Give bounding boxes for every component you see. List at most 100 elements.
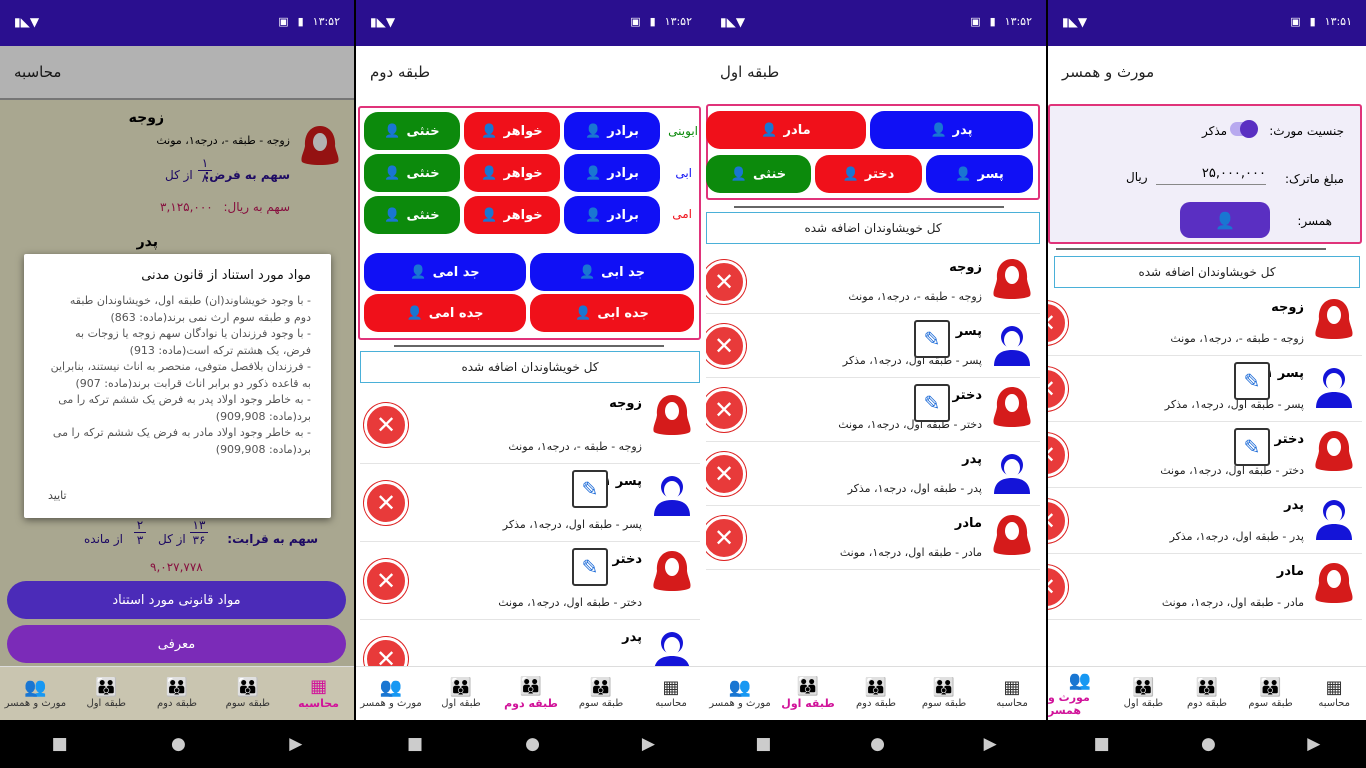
nav-third-class[interactable]: 👪 طبقه سوم [567, 678, 635, 710]
recents-button[interactable]: ■ [407, 734, 423, 754]
delete-button[interactable]: ✕ [364, 481, 408, 525]
recents-button[interactable]: ■ [52, 734, 68, 754]
delete-button[interactable]: ✕ [706, 260, 746, 304]
relative-row[interactable]: پدر پدر - طبقه اول، درجه۱، مذکر ✕ [706, 442, 1040, 506]
legal-articles-button[interactable]: مواد قانونی مورد استناد [7, 581, 346, 619]
signal-icon: ▮◣▼ [720, 15, 746, 29]
back-button[interactable]: ▶ [642, 734, 655, 754]
add-father-button[interactable]: پدر 👤 [870, 111, 1033, 149]
recents-button[interactable]: ■ [1094, 734, 1110, 754]
back-button[interactable]: ▶ [289, 734, 302, 754]
add-khonsa-abavini-button[interactable]: خنثی 👤 [364, 112, 460, 150]
nav-second-class[interactable]: 👪 طبقه دوم [143, 678, 211, 710]
relative-row[interactable]: پسر ۱پسر - طبقه اول، درجه۱، مذکر✎✕ [360, 464, 700, 542]
female-avatar-icon [650, 392, 694, 438]
family-icon: 👪 [1195, 677, 1219, 698]
delete-button[interactable]: ✕ [1048, 433, 1068, 477]
nav-calculation[interactable]: ▦ محاسبه [1302, 678, 1366, 710]
add-brother-abavini-button[interactable]: برادر 👤 [564, 112, 660, 150]
intro-button[interactable]: معرفی [7, 625, 346, 663]
nav-calculation[interactable]: ▦ محاسبه [978, 678, 1046, 710]
home-button[interactable]: ● [525, 734, 540, 754]
nav-third-class[interactable]: 👪 طبقه سوم [214, 678, 282, 710]
app-bar: مورث و همسر [1048, 46, 1366, 98]
nav-calculation[interactable]: ▦ محاسبه [637, 678, 705, 710]
relative-row[interactable]: دختر ۱دختر - طبقه اول، درجه۱، مونث✎✕ [1048, 422, 1362, 488]
nav-deceased[interactable]: 👥 مورث و همسر [706, 678, 774, 710]
home-button[interactable]: ● [870, 734, 885, 754]
delete-button[interactable]: ✕ [706, 452, 746, 496]
add-khonsa-button[interactable]: خنثی 👤 [706, 155, 811, 193]
edit-icon[interactable]: ✎ [572, 470, 608, 508]
relative-row[interactable]: مادر مادر - طبقه اول، درجه۱، مونث ✕ [1048, 554, 1362, 620]
add-son-button[interactable]: پسر 👤 [926, 155, 1033, 193]
delete-button[interactable]: ✕ [706, 324, 746, 368]
nav-first-class[interactable]: 👪 طبقه اول [427, 678, 495, 710]
home-button[interactable]: ● [171, 734, 186, 754]
add-mother-button[interactable]: مادر 👤 [706, 111, 866, 149]
delete-button[interactable]: ✕ [1048, 367, 1068, 411]
divider [734, 206, 1004, 208]
status-bar: ▮◣▼ ▣ ▮ ۱۳:۵۲ [356, 0, 706, 46]
home-button[interactable]: ● [1201, 734, 1216, 754]
nav-first-class[interactable]: 👪 طبقه اول [72, 678, 140, 710]
relative-row[interactable]: زوجه زوجه - طبقه -، درجه۱، مونث ✕ [360, 386, 700, 464]
relative-row[interactable]: زوجه زوجه - طبقه -، درجه۱، مونث ✕ [706, 250, 1040, 314]
edit-icon[interactable]: ✎ [572, 548, 608, 586]
add-daughter-button[interactable]: دختر 👤 [815, 155, 922, 193]
bottom-nav: 👥 مورث و همسر 👪 طبقه اول 👪 طبقه دوم 👪 طبقه س… [356, 666, 706, 720]
relative-row[interactable]: مادر مادر - طبقه اول، درجه۱، مونث ✕ [706, 506, 1040, 570]
back-button[interactable]: ▶ [984, 734, 997, 754]
nav-first-class[interactable]: 👪 طبقه اول [1112, 678, 1176, 710]
nav-second-class[interactable]: 👪 طبقه دوم [1175, 677, 1239, 710]
nav-third-class[interactable]: 👪 طبقه سوم [910, 678, 978, 710]
nav-deceased[interactable]: 👥 مورث و همسر [1048, 670, 1112, 717]
add-sister-abavini-button[interactable]: خواهر 👤 [464, 112, 560, 150]
delete-button[interactable]: ✕ [364, 403, 408, 447]
add-jade-abi-button[interactable]: جده ابی 👤 [530, 294, 694, 332]
add-sister-abi-button[interactable]: خواهر 👤 [464, 154, 560, 192]
relative-row[interactable]: پدر پدر - طبقه اول، درجه۱، مذکر ✕ [1048, 488, 1362, 554]
add-jad-ami-button[interactable]: جد امی 👤 [364, 253, 526, 291]
edit-icon[interactable]: ✎ [914, 320, 950, 358]
nav-deceased[interactable]: 👥 مورث و همسر [1, 678, 69, 710]
relative-row[interactable]: دختر ۱دختر - طبقه اول، درجه۱، مونث✎✕ [360, 542, 700, 620]
female-avatar-icon [1312, 560, 1356, 606]
delete-button[interactable]: ✕ [706, 516, 746, 560]
relative-row[interactable]: دختر ۱دختر - طبقه اول، درجه۱، مونث✎✕ [706, 378, 1040, 442]
add-jade-ami-button[interactable]: جده امی 👤 [364, 294, 526, 332]
relatives-header: کل خویشاوندان اضافه شده [360, 351, 700, 383]
battery-icon: ▮ [297, 15, 304, 28]
estate-input[interactable]: ۲۵,۰۰۰,۰۰۰ [1156, 166, 1266, 185]
nav-calculation[interactable]: ▦ محاسبه [285, 677, 353, 711]
add-brother-abi-button[interactable]: برادر 👤 [564, 154, 660, 192]
nav-first-class[interactable]: 👪 طبقه اول [774, 677, 842, 711]
gender-toggle[interactable] [1230, 120, 1258, 138]
add-spouse-button[interactable]: 👤 [1180, 202, 1270, 238]
nav-second-class[interactable]: 👪 طبقه دوم [842, 678, 910, 710]
confirm-button[interactable]: تایید [48, 489, 67, 502]
add-brother-ami-button[interactable]: برادر 👤 [564, 196, 660, 234]
delete-button[interactable]: ✕ [364, 559, 408, 603]
delete-button[interactable]: ✕ [706, 388, 746, 432]
nav-third-class[interactable]: 👪 طبقه سوم [1239, 678, 1303, 710]
dialog-line: برد(ماده: 909,908) [215, 409, 311, 423]
edit-icon[interactable]: ✎ [914, 384, 950, 422]
delete-button[interactable]: ✕ [1048, 301, 1068, 345]
add-khonsa-abi-button[interactable]: خنثی 👤 [364, 154, 460, 192]
relative-row[interactable]: پسر ۱پسر - طبقه اول، درجه۱، مذکر✎✕ [1048, 356, 1362, 422]
add-khonsa-ami-button[interactable]: خنثی 👤 [364, 196, 460, 234]
add-jad-abi-button[interactable]: جد ابی 👤 [530, 253, 694, 291]
relative-row[interactable]: زوجه زوجه - طبقه -، درجه۱، مونث ✕ [1048, 290, 1362, 356]
relative-row[interactable]: پسر ۱پسر - طبقه اول، درجه۱، مذکر✎✕ [706, 314, 1040, 378]
add-sister-ami-button[interactable]: خواهر 👤 [464, 196, 560, 234]
edit-icon[interactable]: ✎ [1234, 428, 1270, 466]
delete-button[interactable]: ✕ [1048, 565, 1068, 609]
recents-button[interactable]: ■ [755, 734, 771, 754]
edit-icon[interactable]: ✎ [1234, 362, 1270, 400]
nav-deceased[interactable]: 👥 مورث و همسر [357, 678, 425, 710]
back-button[interactable]: ▶ [1307, 734, 1320, 754]
relative-desc: پسر - طبقه اول، درجه۱، مذکر [502, 518, 642, 531]
nav-second-class[interactable]: 👪 طبقه دوم [497, 677, 565, 711]
delete-button[interactable]: ✕ [1048, 499, 1068, 543]
